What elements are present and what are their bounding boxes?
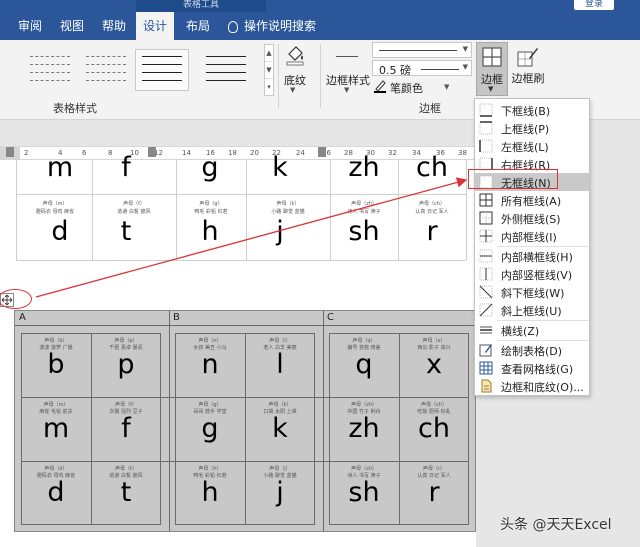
annotation-highlight-box (468, 169, 558, 189)
menu-item-label: 查看网格线(G) (501, 363, 574, 376)
menu-item-label: 斜上框线(U) (501, 305, 562, 318)
inside-vertical-border-icon (479, 267, 493, 281)
diagonal-up-border-icon (479, 303, 493, 317)
menu-item-bottom-border[interactable]: 下框线(B) (475, 101, 589, 119)
menu-item-draw-table[interactable]: 绘制表格(D) (475, 341, 589, 359)
watermark-text: 头条 @天天Excel (500, 517, 612, 533)
top-border-icon (479, 121, 493, 135)
menu-item-label: 内部横框线(H) (501, 251, 573, 264)
borders-dropdown-menu: 下框线(B) 上框线(P) 左框线(L) 右框线(R) 无框线(N) 所有框线(… (474, 98, 590, 396)
menu-item-label: 上框线(P) (501, 123, 550, 136)
menu-item-label: 左框线(L) (501, 141, 549, 154)
menu-item-label: 内部竖框线(V) (501, 269, 573, 282)
menu-item-inside-vertical-border[interactable]: 内部竖框线(V) (475, 265, 589, 283)
inside-horizontal-border-icon (479, 249, 493, 263)
menu-item-outside-borders[interactable]: 外侧框线(S) (475, 209, 589, 227)
menu-item-inside-borders[interactable]: 内部框线(I) (475, 227, 589, 245)
draw-table-icon (479, 344, 492, 357)
outside-borders-icon (479, 211, 493, 225)
menu-item-diagonal-down-border[interactable]: 斜下框线(W) (475, 283, 589, 301)
menu-item-label: 绘制表格(D) (501, 345, 563, 358)
menu-item-inside-horizontal-border[interactable]: 内部横框线(H) (475, 247, 589, 265)
horizontal-line-icon (480, 326, 492, 334)
menu-item-label: 所有框线(A) (501, 195, 562, 208)
menu-item-label: 横线(Z) (501, 325, 540, 338)
menu-item-left-border[interactable]: 左框线(L) (475, 137, 589, 155)
menu-item-borders-and-shading[interactable]: 边框和底纹(O)... (475, 377, 589, 395)
menu-item-label: 斜下框线(W) (501, 287, 565, 300)
menu-item-horizontal-line[interactable]: 横线(Z) (475, 321, 589, 339)
menu-item-diagonal-up-border[interactable]: 斜上框线(U) (475, 301, 589, 319)
menu-item-label: 内部框线(I) (501, 231, 557, 244)
menu-item-view-gridlines[interactable]: 查看网格线(G) (475, 359, 589, 377)
all-borders-icon (479, 193, 493, 207)
view-gridlines-icon (479, 361, 493, 375)
menu-item-label: 边框和底纹(O)... (501, 381, 584, 394)
menu-item-label: 外侧框线(S) (501, 213, 561, 226)
menu-item-all-borders[interactable]: 所有框线(A) (475, 191, 589, 209)
borders-and-shading-icon (481, 379, 492, 393)
menu-item-top-border[interactable]: 上框线(P) (475, 119, 589, 137)
bottom-border-icon (479, 103, 493, 117)
left-border-icon (479, 139, 493, 153)
inside-borders-icon (479, 229, 493, 243)
menu-item-label: 下框线(B) (501, 105, 551, 118)
diagonal-down-border-icon (479, 285, 493, 299)
